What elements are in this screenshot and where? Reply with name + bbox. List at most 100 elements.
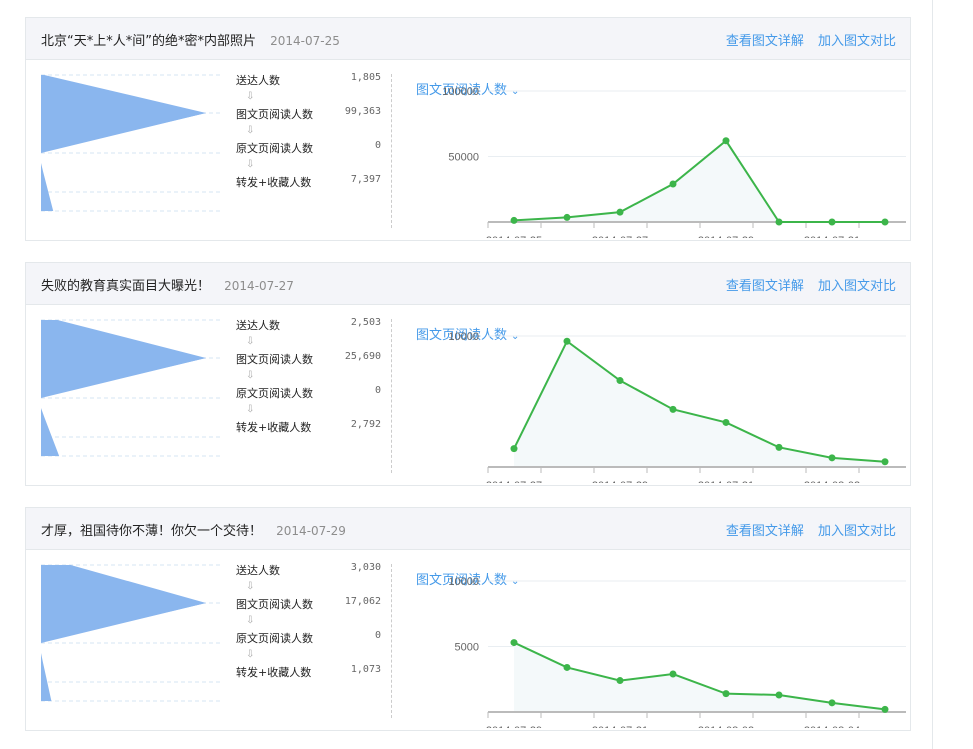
stat-row: 图文页阅读人数 99,363 <box>236 106 381 122</box>
data-point <box>563 663 571 671</box>
stat-row: 转发+收藏人数 1,073 <box>236 664 381 680</box>
x-tick-label: 2014-07-27 <box>486 480 542 483</box>
funnel-graphic <box>41 564 221 702</box>
article-actions: 查看图文详解 加入图文对比 <box>716 520 896 539</box>
data-point <box>828 454 836 462</box>
stat-row: 原文页阅读人数 0 <box>236 385 381 401</box>
stat-label: 图文页阅读人数 <box>236 108 313 121</box>
article-title-line: 才厚，祖国待你不薄！你欠一个交待！ 2014-07-29 <box>41 520 346 539</box>
area-fill <box>514 341 885 467</box>
data-point <box>775 218 783 226</box>
x-tick-label: 2014-07-31 <box>592 725 648 728</box>
article-title: 才厚，祖国待你不薄！你欠一个交待！ <box>41 524 263 539</box>
y-tick-label: 100000 <box>442 86 479 98</box>
x-tick-label: 2014-07-25 <box>486 235 542 238</box>
stats-list: 送达人数 3,030 ⇩ 图文页阅读人数 17,062 ⇩ 原文页阅读人数 0 ⇩ 转发+收藏人数… <box>236 562 381 680</box>
data-point <box>616 208 624 216</box>
data-point <box>828 218 836 226</box>
funnel-segment-bottom <box>41 653 52 701</box>
funnel-graphic <box>41 319 221 457</box>
data-point <box>775 691 783 699</box>
x-tick-label: 2014-08-04 <box>804 725 860 728</box>
stat-value: 0 <box>374 385 381 396</box>
funnel-segment-bottom <box>41 408 60 456</box>
y-tick-label: 10000 <box>448 576 479 588</box>
y-tick-label: 10000 <box>448 331 479 343</box>
view-detail-link[interactable]: 查看图文详解 <box>726 34 804 49</box>
data-point <box>510 639 518 647</box>
view-detail-link[interactable]: 查看图文详解 <box>726 524 804 539</box>
x-tick-label: 2014-07-27 <box>592 235 648 238</box>
down-arrow-icon: ⇩ <box>246 649 255 660</box>
funnel-segment-bottom <box>41 163 54 211</box>
article-card: 北京“天*上*人*间”的绝*密*内部照片 2014-07-25 查看图文详解 加… <box>25 17 911 241</box>
stat-value: 3,030 <box>350 562 381 573</box>
article-card: 才厚，祖国待你不薄！你欠一个交待！ 2014-07-29 查看图文详解 加入图文… <box>25 507 911 731</box>
data-point <box>510 216 518 224</box>
article-header: 失败的教育真实面目大曝光！ 2014-07-27 查看图文详解 加入图文对比 <box>26 263 910 305</box>
data-point <box>563 337 571 345</box>
stat-row: 送达人数 1,805 <box>236 72 381 88</box>
data-point <box>669 180 677 188</box>
article-header: 才厚，祖国待你不薄！你欠一个交待！ 2014-07-29 查看图文详解 加入图文… <box>26 508 910 550</box>
article-title-line: 失败的教育真实面目大曝光！ 2014-07-27 <box>41 275 294 294</box>
article-header: 北京“天*上*人*间”的绝*密*内部照片 2014-07-25 查看图文详解 加… <box>26 18 910 60</box>
stat-value: 0 <box>374 140 381 151</box>
view-detail-link[interactable]: 查看图文详解 <box>726 279 804 294</box>
stat-value: 2,792 <box>350 419 381 430</box>
x-tick-label: 2014-07-29 <box>486 725 542 728</box>
funnel-graphic <box>41 74 221 212</box>
x-tick-label: 2014-07-31 <box>698 480 754 483</box>
down-arrow-icon: ⇩ <box>246 336 255 347</box>
data-point <box>669 405 677 413</box>
add-compare-link[interactable]: 加入图文对比 <box>818 524 896 539</box>
x-tick-label: 2014-08-02 <box>804 480 860 483</box>
data-point <box>881 218 889 226</box>
x-tick-label: 2014-07-31 <box>804 235 860 238</box>
down-arrow-icon: ⇩ <box>246 370 255 381</box>
x-tick-label: 2014-07-29 <box>592 480 648 483</box>
add-compare-link[interactable]: 加入图文对比 <box>818 34 896 49</box>
down-arrow-icon: ⇩ <box>246 159 255 170</box>
y-tick-label: 50000 <box>448 152 479 164</box>
stat-value: 1,805 <box>350 72 381 83</box>
x-tick-label: 2014-07-29 <box>698 235 754 238</box>
data-point <box>881 458 889 466</box>
stat-label: 转发+收藏人数 <box>236 176 312 189</box>
data-point <box>616 377 624 385</box>
y-tick-label: 5000 <box>455 642 479 654</box>
down-arrow-icon: ⇩ <box>246 91 255 102</box>
stat-value: 99,363 <box>344 106 381 117</box>
stat-label: 图文页阅读人数 <box>236 353 313 366</box>
stat-row: 图文页阅读人数 25,690 <box>236 351 381 367</box>
data-point <box>775 443 783 451</box>
stat-row: 转发+收藏人数 7,397 <box>236 174 381 190</box>
stat-row: 图文页阅读人数 17,062 <box>236 596 381 612</box>
stat-label: 原文页阅读人数 <box>236 142 313 155</box>
stat-label: 图文页阅读人数 <box>236 598 313 611</box>
stat-label: 送达人数 <box>236 74 280 87</box>
stat-row: 原文页阅读人数 0 <box>236 630 381 646</box>
stat-value: 1,073 <box>350 664 381 675</box>
section-divider <box>391 319 392 473</box>
stat-label: 转发+收藏人数 <box>236 421 312 434</box>
stat-row: 转发+收藏人数 2,792 <box>236 419 381 435</box>
data-point <box>669 670 677 678</box>
section-divider <box>391 564 392 718</box>
stats-list: 送达人数 2,503 ⇩ 图文页阅读人数 25,690 ⇩ 原文页阅读人数 0 ⇩ 转发+收藏人数… <box>236 317 381 435</box>
section-divider <box>391 74 392 228</box>
stat-label: 原文页阅读人数 <box>236 387 313 400</box>
funnel-segment-middle <box>41 358 206 398</box>
data-point <box>722 418 730 426</box>
page-edge-rail <box>932 0 933 749</box>
down-arrow-icon: ⇩ <box>246 125 255 136</box>
down-arrow-icon: ⇩ <box>246 404 255 415</box>
data-point <box>722 137 730 145</box>
add-compare-link[interactable]: 加入图文对比 <box>818 279 896 294</box>
article-title: 失败的教育真实面目大曝光！ <box>41 279 211 294</box>
stat-label: 送达人数 <box>236 564 280 577</box>
stat-label: 原文页阅读人数 <box>236 632 313 645</box>
article-actions: 查看图文详解 加入图文对比 <box>716 275 896 294</box>
stat-row: 送达人数 2,503 <box>236 317 381 333</box>
funnel-segment-middle <box>41 603 206 643</box>
